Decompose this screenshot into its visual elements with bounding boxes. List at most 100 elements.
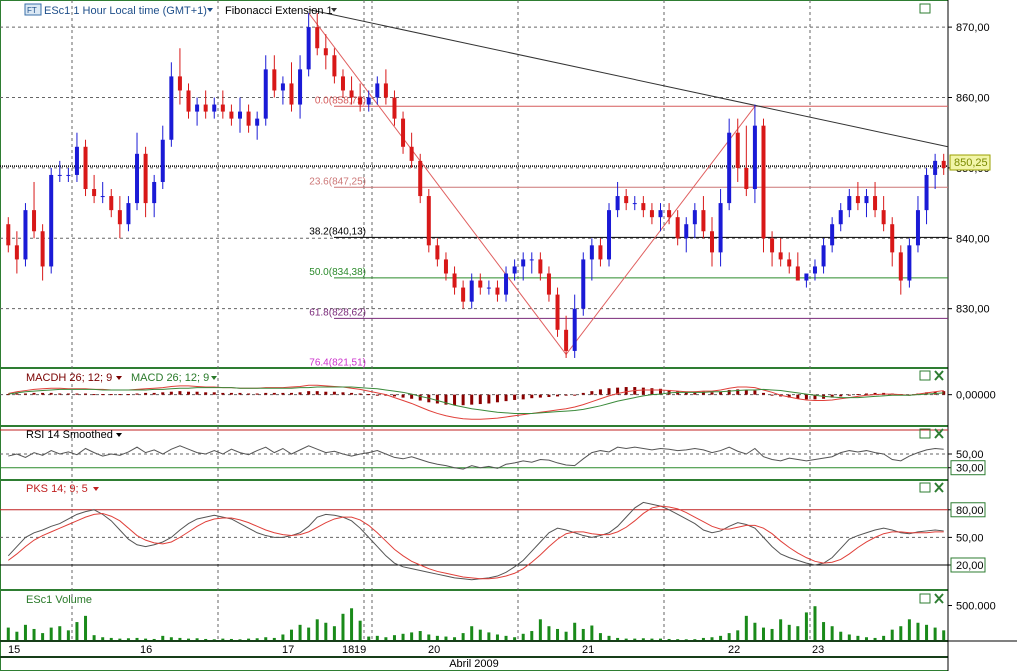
candle-body — [521, 259, 526, 267]
rsi-tick-label: 30,00 — [956, 463, 984, 475]
price-maximize-button[interactable] — [919, 3, 931, 14]
candle-body — [23, 210, 28, 260]
volume-bar — [418, 631, 422, 640]
x-tick-label: 15 — [8, 644, 20, 656]
pks-tick-label: 80,00 — [956, 505, 984, 517]
candle-body — [332, 55, 337, 77]
macd-histogram-bar — [710, 392, 714, 395]
volume-bar — [864, 637, 868, 640]
month-label: Abril 2009 — [449, 658, 499, 670]
macd-histogram-bar — [307, 391, 311, 395]
volume-bar — [504, 635, 508, 640]
candle-body — [821, 245, 826, 267]
panel-legends: MACDH 26; 12; 9 MACD 26; 12; 9 RSI 14 Sm… — [26, 372, 217, 606]
volume-bar — [109, 637, 113, 640]
pks-maximize-button[interactable] — [919, 482, 931, 493]
candle-body — [830, 224, 835, 246]
candle-body — [838, 210, 843, 225]
candle-body — [246, 111, 251, 126]
macd-histogram-bar — [581, 392, 585, 395]
volume-bar — [195, 638, 199, 640]
volume-bar — [659, 638, 663, 640]
volume-bar — [101, 637, 105, 640]
volume-bar — [49, 627, 53, 640]
macd-histogram-bar — [15, 393, 19, 395]
candle-body — [401, 118, 406, 147]
macd-histogram-bar — [521, 394, 525, 400]
volume-maximize-button[interactable] — [919, 593, 931, 604]
pks-close-icon[interactable] — [934, 482, 944, 493]
macd-legend[interactable]: MACD 26; 12; 9 — [131, 372, 209, 384]
volume-bar — [530, 631, 534, 640]
price-candles — [6, 13, 946, 358]
macdh-dropdown-icon[interactable] — [116, 376, 122, 380]
volume-bar — [427, 634, 431, 640]
volume-bar — [221, 638, 225, 640]
macd-dropdown-icon[interactable] — [211, 376, 217, 380]
volume-bar — [521, 633, 525, 640]
macd-histogram-bar — [461, 394, 465, 406]
volume-bar — [66, 630, 70, 640]
volume-bar — [152, 638, 156, 640]
candle-body — [787, 259, 792, 267]
rsi-dropdown-icon[interactable] — [116, 433, 122, 437]
macd-histogram-bar — [221, 392, 225, 395]
volume-bar — [350, 608, 354, 640]
macd-histogram-bar — [410, 394, 414, 399]
volume-bar — [547, 626, 551, 640]
candle-body — [409, 146, 414, 161]
candle-body — [667, 210, 672, 218]
axis-layer: 870,00860,00850,00840,00830,000,0000050,… — [0, 22, 1017, 658]
candle-body — [461, 287, 466, 302]
volume-bar — [822, 622, 826, 640]
volume-bar — [169, 637, 173, 640]
instrument-dropdown-icon[interactable] — [207, 8, 213, 12]
macd-histogram-bar — [487, 394, 491, 404]
volume-bar — [839, 631, 843, 640]
instrument-title[interactable]: ESc1 1 Hour Local time (GMT+1) — [44, 5, 207, 17]
candle-body — [495, 287, 500, 295]
macd-close-icon[interactable] — [934, 370, 944, 381]
pks-tick-label: 20,00 — [956, 560, 984, 572]
volume-bar — [92, 635, 96, 640]
macd-histogram-bar — [641, 387, 645, 395]
macd-histogram-bar — [564, 394, 568, 396]
macd-histogram-bar — [770, 394, 774, 396]
candle-body — [392, 97, 397, 119]
macd-histogram-bar — [556, 394, 560, 397]
panel-frame-stoch — [0, 480, 949, 590]
candle-body — [315, 27, 320, 49]
candle-body — [898, 252, 903, 281]
candle-body — [692, 210, 697, 225]
rsi-legend[interactable]: RSI 14 Smoothed — [26, 429, 113, 441]
volume-bar — [41, 633, 45, 640]
volume-bar — [616, 637, 620, 640]
candle-body — [66, 174, 71, 176]
volume-bar — [144, 638, 148, 640]
macd-histogram-bar — [169, 391, 173, 395]
candle-body — [615, 196, 620, 211]
price-tick-label: 870,00 — [956, 22, 990, 34]
x-tick-label: 19 — [354, 644, 366, 656]
volume-bar — [23, 624, 27, 640]
volume-bar — [899, 626, 903, 640]
macd-histogram-bar — [435, 394, 439, 404]
macd-maximize-button[interactable] — [919, 370, 931, 381]
candle-body — [564, 329, 569, 351]
volume-bar — [796, 626, 800, 640]
volume-bar — [281, 634, 285, 640]
macd-histogram-bar — [229, 392, 233, 395]
pks-dropdown-icon[interactable] — [93, 487, 99, 491]
pks-legend[interactable]: PKS 14; 9; 5 — [26, 483, 88, 495]
macd-histogram-bar — [590, 391, 594, 395]
volume-bar — [633, 638, 637, 640]
volume-close-icon[interactable] — [934, 593, 944, 604]
candle-body — [675, 217, 680, 239]
macdh-legend[interactable]: MACDH 26; 12; 9 — [26, 372, 112, 384]
candle-body — [418, 160, 423, 197]
candle-body — [504, 273, 509, 295]
volume-bar — [384, 637, 388, 640]
volume-bar — [744, 615, 748, 640]
volume-legend[interactable]: ESc1 Volume — [26, 594, 92, 606]
volume-bar — [478, 629, 482, 640]
